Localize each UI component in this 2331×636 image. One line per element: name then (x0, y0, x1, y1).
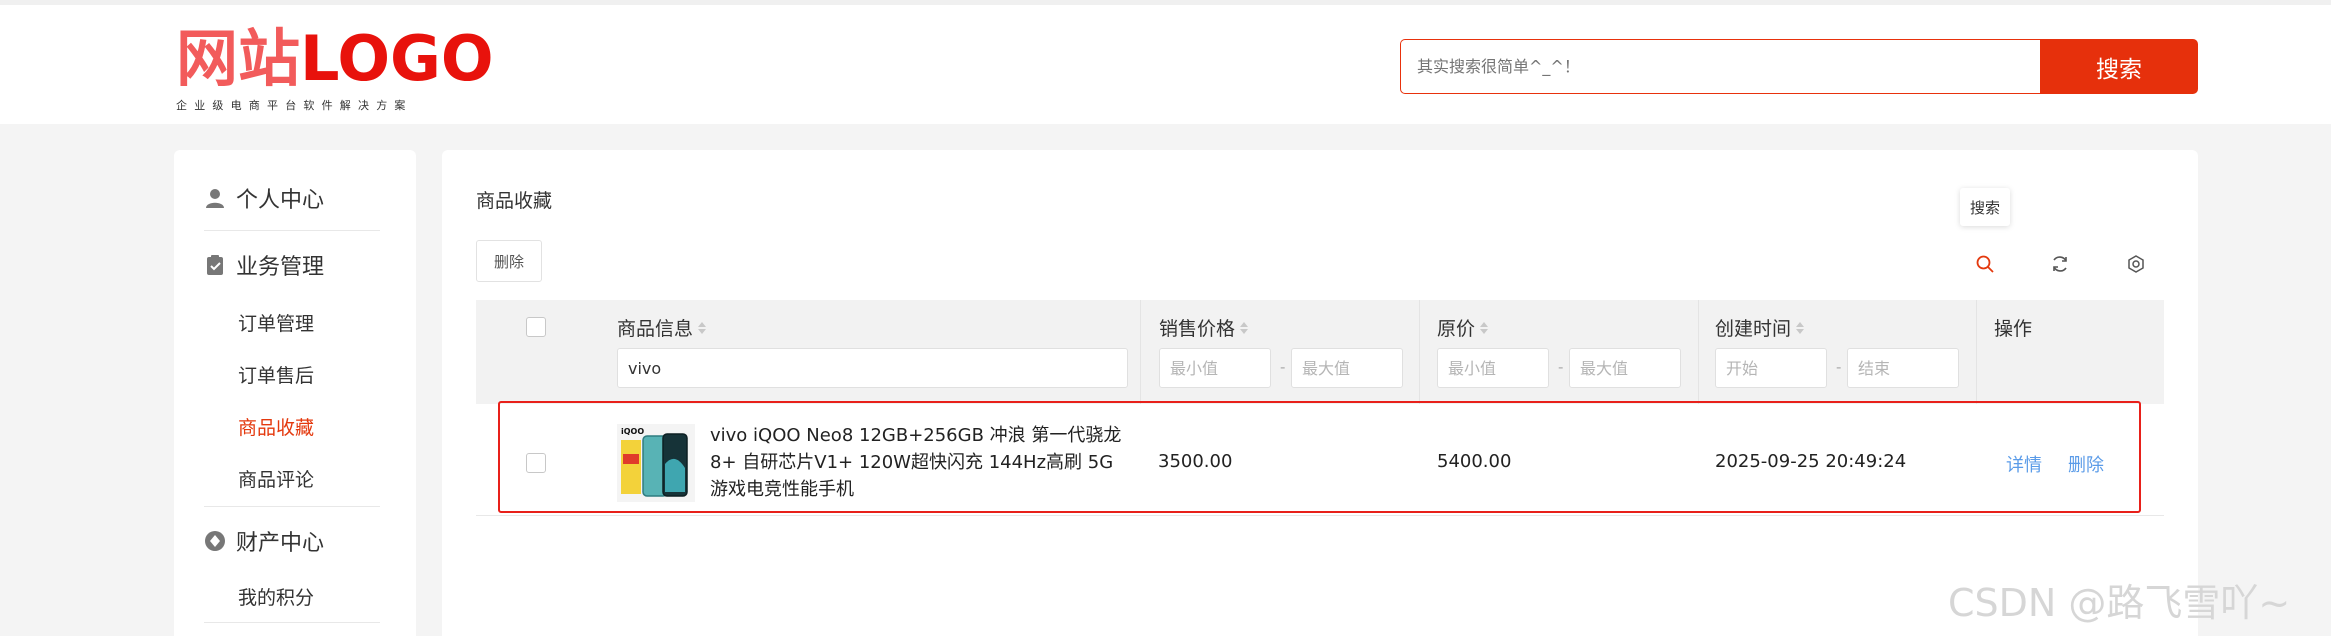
column-created-time[interactable]: 创建时间 (1715, 314, 1805, 341)
original-price-cell: 5400.00 (1437, 451, 1512, 472)
sidebar-divider (204, 622, 380, 623)
sort-icon[interactable] (698, 321, 707, 334)
site-header: 网站LOGO 企业级电商平台软件解决方案 搜索 (0, 0, 2331, 124)
sidebar-group-assets[interactable]: 财产中心 (204, 525, 324, 557)
diamond-icon (204, 530, 226, 552)
column-divider (1976, 300, 1977, 404)
clipboard-check-icon (204, 254, 226, 276)
batch-delete-button[interactable]: 删除 (476, 240, 542, 282)
range-separator: - (1836, 358, 1842, 376)
sidebar-group-personal[interactable]: 个人中心 (204, 182, 324, 214)
column-sale-price[interactable]: 销售价格 (1159, 314, 1249, 341)
range-separator: - (1280, 358, 1286, 376)
table-header: 商品信息 销售价格 - 原价 - 创建时间 - 操作 (476, 300, 2164, 404)
column-divider (1698, 300, 1699, 404)
search-icon[interactable] (1971, 250, 1999, 278)
delete-link[interactable]: 删除 (2068, 451, 2104, 477)
product-name-filter[interactable] (617, 348, 1128, 388)
column-label: 销售价格 (1159, 318, 1236, 340)
search-input[interactable] (1400, 39, 2040, 94)
sidebar-group-label: 财产中心 (236, 531, 325, 556)
column-label: 创建时间 (1715, 318, 1792, 340)
sort-icon[interactable] (1240, 321, 1249, 334)
svg-text:iQOO: iQOO (621, 427, 644, 436)
row-divider (476, 515, 2164, 516)
created-end-input[interactable] (1847, 348, 1959, 388)
column-divider (1419, 300, 1420, 404)
product-name-link[interactable]: vivo iQOO Neo8 12GB+256GB 冲浪 第一代骁龙8+ 自研芯… (710, 422, 1130, 503)
created-start-input[interactable] (1715, 348, 1827, 388)
sidebar-divider (204, 506, 380, 507)
detail-link[interactable]: 详情 (2006, 451, 2042, 477)
logo-tagline: 企业级电商平台软件解决方案 (176, 99, 413, 112)
sidebar-item-orders[interactable]: 订单管理 (238, 309, 314, 336)
search-button[interactable]: 搜索 (2040, 39, 2198, 94)
sort-icon[interactable] (1796, 321, 1805, 334)
sort-icon[interactable] (1480, 321, 1489, 334)
logo-text: 网站LOGO (176, 22, 494, 95)
product-thumbnail[interactable]: iQOO (617, 424, 695, 502)
column-product-info[interactable]: 商品信息 (617, 314, 707, 341)
search-tooltip: 搜索 (1960, 188, 2010, 226)
created-time-cell: 2025-09-25 20:49:24 (1715, 451, 1907, 472)
sidebar-item-points[interactable]: 我的积分 (238, 583, 314, 610)
search-bar: 搜索 (1400, 39, 2198, 94)
column-divider (1140, 300, 1141, 404)
site-logo[interactable]: 网站LOGO 企业级电商平台软件解决方案 (176, 27, 494, 113)
watermark: CSDN @路飞雪吖~ (1948, 581, 2291, 625)
sidebar: 个人中心 业务管理 订单管理 订单售后 商品收藏 商品评论 财产中心 我的积分 (174, 150, 416, 636)
sidebar-group-label: 业务管理 (236, 255, 325, 280)
sidebar-group-label: 个人中心 (236, 188, 325, 213)
select-all-checkbox[interactable] (526, 317, 546, 337)
original-price-max-input[interactable] (1569, 348, 1681, 388)
column-original-price[interactable]: 原价 (1437, 314, 1489, 341)
row-checkbox[interactable] (526, 453, 546, 473)
user-icon (204, 187, 226, 209)
settings-icon[interactable] (2122, 250, 2150, 278)
column-label: 商品信息 (617, 318, 694, 340)
refresh-icon[interactable] (2046, 250, 2074, 278)
column-actions: 操作 (1994, 314, 2032, 341)
sale-price-min-input[interactable] (1159, 348, 1271, 388)
sidebar-item-reviews[interactable]: 商品评论 (238, 465, 314, 492)
sale-price-cell: 3500.00 (1158, 451, 1233, 472)
sidebar-group-business[interactable]: 业务管理 (204, 249, 324, 281)
sale-price-max-input[interactable] (1291, 348, 1403, 388)
sidebar-item-after-sales[interactable]: 订单售后 (238, 361, 314, 388)
column-label: 操作 (1994, 318, 2033, 340)
range-separator: - (1558, 358, 1564, 376)
original-price-min-input[interactable] (1437, 348, 1549, 388)
page-title: 商品收藏 (476, 190, 553, 212)
sidebar-divider (204, 230, 380, 231)
column-label: 原价 (1437, 318, 1476, 340)
favorites-panel: 商品收藏 删除 搜索 商品信息 销售价格 - 原价 - (442, 150, 2198, 636)
sidebar-item-favorites[interactable]: 商品收藏 (238, 413, 314, 440)
